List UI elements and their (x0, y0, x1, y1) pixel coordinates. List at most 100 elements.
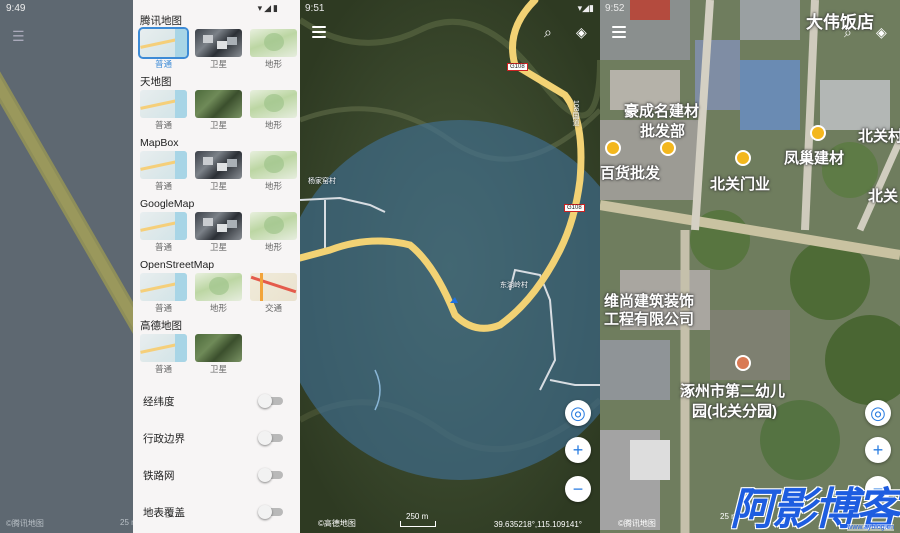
map-type-option[interactable]: 卫星 (195, 334, 242, 375)
map-attribution: ©腾讯地图 (6, 519, 44, 528)
map-thumbnail[interactable] (195, 29, 242, 57)
map-type-option[interactable]: 地形 (250, 29, 297, 70)
locate-icon[interactable]: ◎ (865, 400, 891, 426)
road-name-label: 108国道 (572, 100, 579, 126)
map-thumbnail[interactable] (195, 273, 242, 301)
map-thumbnail[interactable] (195, 334, 242, 362)
status-icons: ▾◢▮ (257, 3, 280, 13)
map-type-option[interactable]: 普通 (140, 273, 187, 314)
map-type-label: 地形 (209, 303, 227, 313)
map-panel-3[interactable]: 9:52 ⌕ ◈ 大伟饭店 豪成名建材 批发部 北关村 百货批发 北关门业 凤巢… (600, 0, 900, 533)
toggle-switch[interactable] (258, 468, 283, 482)
poi-label[interactable]: 北关村 (858, 125, 900, 146)
map-thumbnail[interactable] (195, 151, 242, 179)
map-type-label: 地形 (264, 59, 282, 69)
poi-label[interactable]: 大伟饭店 (806, 8, 874, 33)
satellite-map[interactable] (300, 0, 600, 533)
toggle-switch[interactable] (258, 505, 283, 519)
map-type-label: 卫星 (209, 120, 227, 130)
layers-icon[interactable]: ◈ (576, 24, 587, 41)
map-type-option[interactable]: 地形 (250, 151, 297, 192)
watermark-url: www.ayblog.cn (847, 524, 894, 531)
road-shield: G108 (507, 63, 528, 71)
provider-section: OpenStreetMap 普通 地形 交通 (140, 258, 297, 314)
map-thumbnail[interactable] (250, 90, 297, 118)
map-thumbnail[interactable] (140, 273, 187, 301)
map-type-label: 交通 (264, 303, 282, 313)
toggle-row[interactable]: 行政边界 (143, 428, 283, 448)
map-thumbnail[interactable] (250, 151, 297, 179)
locate-icon[interactable]: ◎ (565, 400, 591, 426)
poi-label[interactable]: 工程有限公司 (604, 308, 694, 329)
map-type-option[interactable]: 卫星 (195, 29, 242, 70)
menu-icon[interactable]: ☰ (12, 28, 25, 45)
poi-label[interactable]: 凤巢建材 (784, 147, 844, 168)
provider-section: 腾讯地图 普通 卫星 地形 (138, 14, 297, 70)
map-thumbnail[interactable] (140, 151, 187, 179)
zoom-in-button[interactable]: + (565, 437, 591, 463)
zoom-out-button[interactable]: − (565, 476, 591, 502)
toggle-row[interactable]: 铁路网 (143, 465, 283, 485)
map-type-label: 普通 (154, 242, 172, 252)
shop-icon[interactable] (605, 140, 621, 156)
provider-section: 高德地图 普通 卫星 (140, 319, 242, 375)
poi-label[interactable]: 批发部 (640, 120, 685, 141)
menu-icon[interactable] (612, 26, 626, 38)
poi-label[interactable]: 北关 (868, 185, 898, 206)
poi-label[interactable]: 园(北关分园) (692, 400, 777, 421)
place-label: 杨家窑村 (308, 178, 336, 185)
map-type-option[interactable]: 地形 (195, 273, 242, 314)
search-icon[interactable]: ⌕ (544, 24, 552, 41)
map-thumbnail[interactable] (250, 212, 297, 240)
toggle-row[interactable]: 地表覆盖 (143, 502, 283, 522)
map-type-option[interactable]: 卫星 (195, 151, 242, 192)
provider-title: 天地图 (140, 76, 172, 88)
map-type-label: 地形 (264, 120, 282, 130)
shop-icon[interactable] (660, 140, 676, 156)
map-type-option[interactable]: 普通 (138, 27, 189, 70)
map-type-label: 普通 (154, 303, 172, 313)
menu-icon[interactable] (312, 26, 326, 38)
poi-label[interactable]: 涿州市第二幼儿 (680, 380, 785, 401)
map-thumbnail[interactable] (140, 90, 187, 118)
map-type-option[interactable]: 卫星 (195, 90, 242, 131)
toggle-switch[interactable] (258, 431, 283, 445)
map-thumbnail[interactable] (195, 212, 242, 240)
map-panel-2[interactable]: 9:51 ▾◢▮ ⌕ ◈ G108 G108 108国道 杨家窑村 东湖岭村 ◎… (300, 0, 600, 533)
map-type-option[interactable]: 卫星 (195, 212, 242, 253)
toggle-label: 地表覆盖 (143, 506, 185, 519)
map-type-option[interactable]: 普通 (140, 334, 187, 375)
map-type-option[interactable]: 地形 (250, 212, 297, 253)
zoom-in-button[interactable]: + (865, 437, 891, 463)
toggle-switch[interactable] (258, 394, 283, 408)
map-thumbnail[interactable] (140, 334, 187, 362)
map-layer-sheet: ▾◢▮ 腾讯地图 普通 卫星 地形 天地图 普通 卫星 地形 MapBox 普通 卫星 地形 Googl… (133, 0, 300, 533)
map-thumbnail[interactable] (250, 29, 297, 57)
map-type-option[interactable]: 交通 (250, 273, 297, 314)
toggle-label: 行政边界 (143, 432, 185, 445)
map-panel-1[interactable]: 9:49 ☰ ©腾讯地图 25 m ▾◢▮ 腾讯地图 普通 卫星 地形 天地图 普通 卫星地… (0, 0, 300, 533)
map-type-option[interactable]: 地形 (250, 90, 297, 131)
map-type-row: 普通 地形 交通 (140, 273, 297, 314)
map-thumbnail[interactable] (250, 273, 297, 301)
map-thumbnail[interactable] (138, 27, 189, 59)
map-type-option[interactable]: 普通 (140, 212, 187, 253)
map-type-label: 普通 (154, 181, 172, 191)
layers-icon[interactable]: ◈ (876, 24, 887, 41)
status-time: 9:52 (605, 3, 625, 14)
status-icons: ▾◢▮ (577, 3, 594, 13)
map-type-option[interactable]: 普通 (140, 90, 187, 131)
scale-label: 250 m (406, 512, 429, 521)
school-icon[interactable] (735, 355, 751, 371)
shop-icon[interactable] (810, 125, 826, 141)
watermark-logo: 阿影博客 www.ayblog.cn (730, 487, 900, 533)
poi-label[interactable]: 百货批发 (600, 162, 660, 183)
map-type-option[interactable]: 普通 (140, 151, 187, 192)
map-thumbnail[interactable] (140, 212, 187, 240)
poi-label[interactable]: 北关门业 (710, 173, 770, 194)
map-thumbnail[interactable] (195, 90, 242, 118)
poi-label[interactable]: 豪成名建材 (624, 100, 699, 121)
toggle-row[interactable]: 经纬度 (143, 391, 283, 411)
shop-icon[interactable] (735, 150, 751, 166)
satellite-map[interactable] (600, 0, 900, 533)
